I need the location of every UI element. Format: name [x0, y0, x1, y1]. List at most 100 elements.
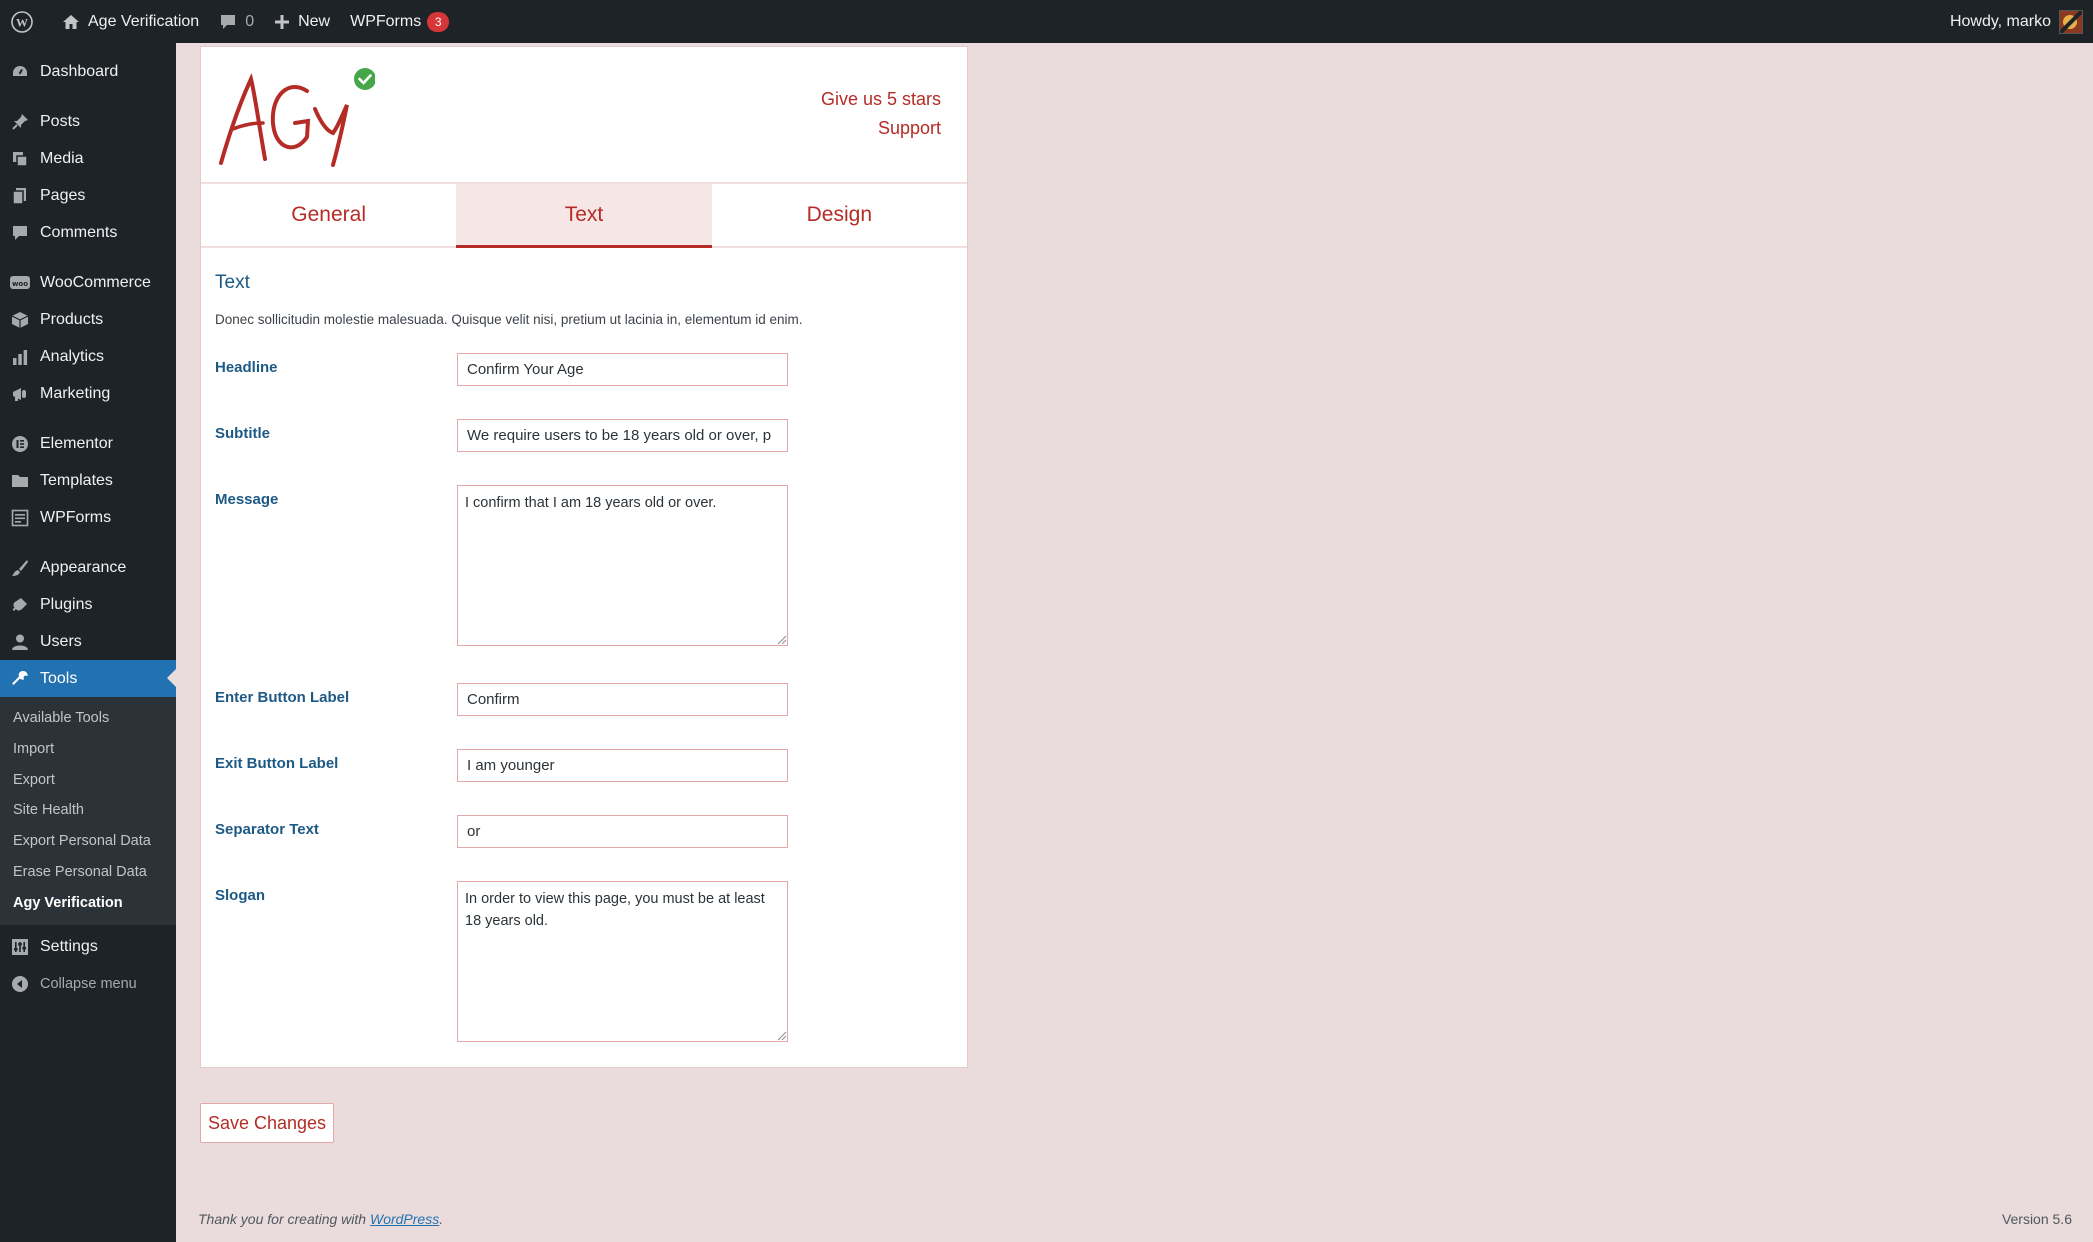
enter-button-label-label: Enter Button Label [215, 689, 350, 706]
box-icon [10, 310, 30, 330]
sidebar-item-posts[interactable]: Posts [0, 103, 176, 140]
sidebar-item-dashboard[interactable]: Dashboard [0, 53, 176, 90]
sidebar-item-wpforms[interactable]: WPForms [0, 499, 176, 536]
sidebar-item-appearance[interactable]: Appearance [0, 549, 176, 586]
svg-text:W: W [16, 15, 28, 29]
headline-label: Headline [215, 359, 278, 376]
tab-bar: General Text Design [201, 184, 967, 248]
sidebar-item-label: Appearance [40, 558, 127, 576]
user-icon [10, 632, 30, 652]
message-textarea[interactable]: I confirm that I am 18 years old or over… [457, 485, 788, 646]
submenu-item-export-personal-data[interactable]: Export Personal Data [0, 826, 176, 857]
sidebar-item-label: Media [40, 149, 84, 167]
woocommerce-icon: woo [10, 273, 30, 293]
submenu-item-site-health[interactable]: Site Health [0, 795, 176, 826]
admin-sidebar: Dashboard Posts Media Pages Comments woo… [0, 43, 176, 1242]
pages-icon [10, 186, 30, 206]
sidebar-item-tools[interactable]: Tools [0, 660, 176, 697]
tab-general[interactable]: General [201, 184, 456, 246]
comments-count: 0 [245, 12, 255, 30]
footer-thanks: Thank you for creating with WordPress. [198, 1211, 443, 1227]
agy-logo [215, 65, 376, 175]
sidebar-item-comments[interactable]: Comments [0, 214, 176, 251]
sidebar-item-label: Analytics [40, 347, 105, 365]
collapse-arrow-icon [10, 974, 30, 994]
sidebar-item-elementor[interactable]: Elementor [0, 425, 176, 462]
sidebar-item-label: Dashboard [40, 62, 119, 80]
sidebar-item-pages[interactable]: Pages [0, 177, 176, 214]
submenu-item-import[interactable]: Import [0, 734, 176, 765]
verified-badge-icon [354, 68, 376, 90]
brush-icon [10, 558, 30, 578]
sidebar-item-label: Products [40, 310, 104, 328]
megaphone-icon [10, 384, 30, 404]
tools-submenu: Available Tools Import Export Site Healt… [0, 697, 176, 925]
folder-icon [10, 471, 30, 491]
sidebar-item-label: Elementor [40, 434, 113, 452]
comments-link[interactable]: 0 [209, 0, 264, 43]
support-link[interactable]: Support [821, 114, 941, 143]
home-icon [63, 14, 79, 29]
submenu-item-available-tools[interactable]: Available Tools [0, 703, 176, 734]
slogan-textarea[interactable]: In order to view this page, you must be … [457, 881, 788, 1042]
submenu-item-agy-verification[interactable]: Agy Verification [0, 888, 176, 919]
separator-text-label: Separator Text [215, 821, 319, 838]
sidebar-item-products[interactable]: Products [0, 301, 176, 338]
sidebar-item-analytics[interactable]: Analytics [0, 338, 176, 375]
sidebar-item-label: Marketing [40, 384, 111, 402]
media-icon [10, 149, 30, 169]
tab-text[interactable]: Text [456, 184, 712, 248]
my-account[interactable]: Howdy, marko [1950, 0, 2083, 43]
footer-thanks-suffix: . [439, 1211, 444, 1227]
rate-link[interactable]: Give us 5 stars [821, 85, 941, 114]
subtitle-input[interactable] [457, 419, 788, 452]
submenu-item-erase-personal-data[interactable]: Erase Personal Data [0, 857, 176, 888]
submenu-item-export[interactable]: Export [0, 765, 176, 796]
save-changes-button[interactable]: Save Changes [200, 1103, 334, 1143]
plus-icon [275, 14, 290, 29]
sidebar-item-label: Tools [40, 669, 78, 687]
sidebar-item-label: Posts [40, 112, 81, 130]
resize-handle-icon[interactable] [777, 635, 787, 645]
sidebar-item-label: Comments [40, 223, 118, 241]
sidebar-item-users[interactable]: Users [0, 623, 176, 660]
sidebar-item-label: Plugins [40, 595, 93, 613]
sidebar-item-media[interactable]: Media [0, 140, 176, 177]
wpforms-label: WPForms [350, 12, 422, 30]
collapse-menu-label: Collapse menu [40, 976, 137, 993]
resize-handle-icon[interactable] [777, 1031, 787, 1041]
sidebar-item-plugins[interactable]: Plugins [0, 586, 176, 623]
subtitle-label: Subtitle [215, 425, 270, 442]
section-title: Text [215, 272, 250, 293]
bar-chart-icon [10, 347, 30, 367]
exit-button-label-input[interactable] [457, 749, 788, 782]
sidebar-item-label: Settings [40, 938, 98, 956]
settings-icon [10, 937, 30, 957]
sidebar-item-label: Templates [40, 471, 113, 489]
sidebar-item-templates[interactable]: Templates [0, 462, 176, 499]
new-content-link[interactable]: New [264, 0, 340, 43]
sidebar-item-woocommerce[interactable]: woo WooCommerce [0, 264, 176, 301]
wpforms-count-badge: 3 [427, 11, 450, 32]
headline-input[interactable] [457, 353, 788, 386]
wordpress-link[interactable]: WordPress [370, 1211, 439, 1227]
wpforms-link[interactable]: WPForms 3 [340, 0, 459, 43]
wordpress-logo-icon[interactable]: W [0, 0, 52, 43]
enter-button-label-input[interactable] [457, 683, 788, 716]
dashboard-icon [10, 62, 30, 82]
sidebar-item-marketing[interactable]: Marketing [0, 375, 176, 412]
footer-version: Version 5.6 [2001, 1211, 2072, 1227]
site-name: Age Verification [88, 12, 200, 30]
form-icon [10, 508, 30, 528]
pin-icon [10, 112, 30, 132]
slogan-label: Slogan [215, 887, 266, 904]
sidebar-item-settings[interactable]: Settings [0, 929, 176, 966]
admin-bar: W Age Verification 0 New WPForms 3 Howdy… [0, 0, 2093, 43]
footer-thanks-prefix: Thank you for creating with [198, 1211, 370, 1227]
collapse-menu-button[interactable]: Collapse menu [0, 966, 176, 1003]
tab-design[interactable]: Design [712, 184, 967, 246]
site-name-link[interactable]: Age Verification [52, 0, 209, 43]
comment-icon [221, 14, 236, 29]
new-label: New [298, 12, 331, 30]
separator-text-input[interactable] [457, 815, 788, 848]
